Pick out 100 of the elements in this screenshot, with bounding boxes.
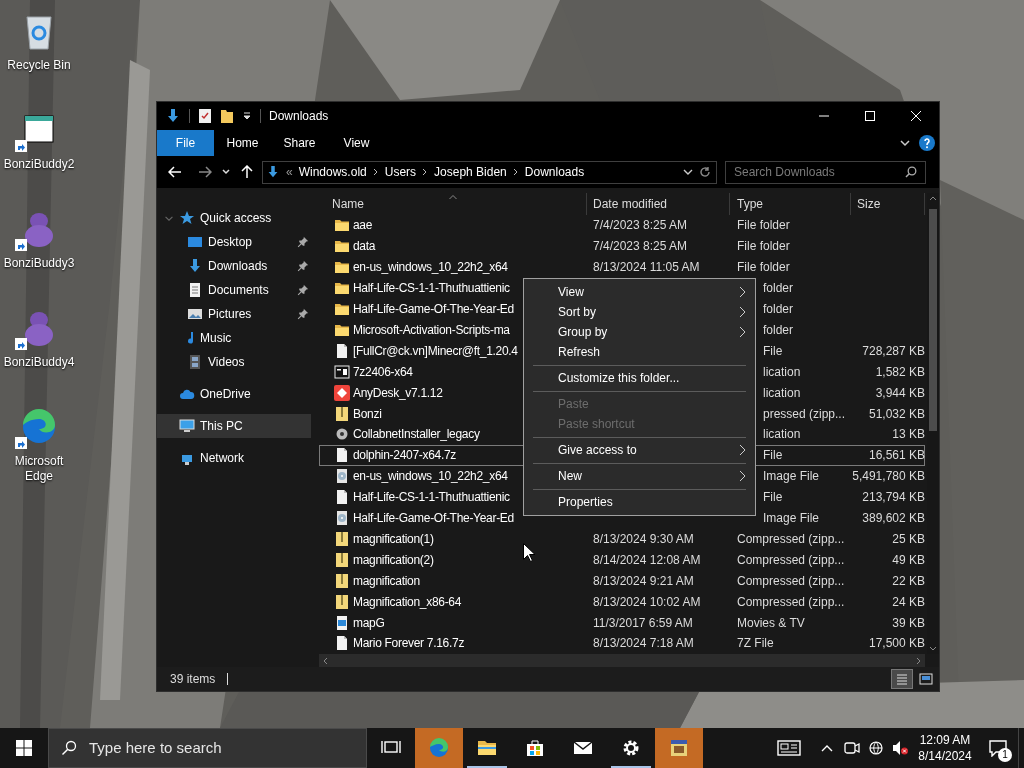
menu-item[interactable]: Customize this folder... xyxy=(524,368,755,388)
file-name[interactable]: magnification(2) xyxy=(353,550,434,569)
nav-item[interactable]: Videos xyxy=(157,350,311,374)
file-name[interactable]: [FullCr@ck.vn]Minecr@ft_1.20.4 xyxy=(353,341,518,360)
file-name[interactable]: Bonzi xyxy=(353,404,382,423)
file-name[interactable]: AnyDesk_v7.1.12 xyxy=(353,383,443,402)
windows-logo-icon xyxy=(16,740,32,756)
icon-label[interactable]: BonziBuddy4 xyxy=(3,355,75,370)
file-name[interactable]: en-us_windows_10_22h2_x64 xyxy=(353,258,508,277)
overflow-mark[interactable]: « xyxy=(286,163,293,181)
folder-icon[interactable] xyxy=(220,108,234,124)
icon-label[interactable]: Microsoft Edge xyxy=(0,454,78,484)
menu-item[interactable]: Properties xyxy=(524,492,755,512)
file-name[interactable]: Half-Life-CS-1-1-Thuthuattienic xyxy=(353,279,510,298)
column-header[interactable]: Type xyxy=(730,193,851,215)
file-size: 16,561 KB xyxy=(868,447,925,465)
file-name[interactable]: data xyxy=(353,237,376,256)
breadcrumb[interactable]: Joseph Biden xyxy=(434,163,507,181)
file-icon xyxy=(334,489,350,506)
scrollbar-thumb[interactable] xyxy=(929,209,937,431)
nav-item[interactable]: Pictures xyxy=(157,302,311,326)
horizontal-scrollbar[interactable] xyxy=(319,654,925,667)
menu-item[interactable]: View xyxy=(524,282,755,302)
menu-item[interactable]: Refresh xyxy=(524,342,755,362)
nav-item[interactable]: OneDrive xyxy=(157,382,311,406)
file-type: File xyxy=(763,448,783,463)
column-header[interactable]: Size xyxy=(851,193,925,215)
date-modified: 11/3/2017 6:59 AM xyxy=(593,615,693,630)
breadcrumb[interactable]: Downloads xyxy=(524,163,585,181)
file-name[interactable]: 7z2406-x64 xyxy=(353,362,413,381)
address-bar[interactable]: « Windows.old Users Joseph Biden Downloads xyxy=(262,160,717,184)
file-name[interactable]: magnification xyxy=(353,571,420,590)
back-arrow-icon[interactable] xyxy=(168,165,182,179)
scroll-right-icon[interactable] xyxy=(914,656,922,665)
nav-item[interactable]: Documents xyxy=(157,278,311,302)
file-name[interactable]: CollabnetInstaller_legacy xyxy=(353,425,480,444)
column-header[interactable]: Date modified xyxy=(587,193,730,215)
date-modified: 8/13/2024 10:02 AM xyxy=(593,594,701,609)
nav-item[interactable]: Downloads xyxy=(157,254,311,278)
up-arrow-icon[interactable] xyxy=(240,165,254,179)
file-name[interactable]: en-us_windows_10_22h2_x64 xyxy=(353,467,508,486)
file-size: 24 KB xyxy=(892,593,925,611)
ribbon-tab[interactable]: Share xyxy=(271,130,328,156)
file-name[interactable]: mapG xyxy=(353,613,385,632)
nav-item[interactable]: Music xyxy=(157,326,311,350)
notifications-button[interactable]: 1 xyxy=(978,728,1018,768)
file-type: 7Z File xyxy=(737,636,774,651)
icon-label[interactable]: Recycle Bin xyxy=(7,58,71,73)
scroll-down-icon[interactable] xyxy=(929,644,937,652)
menu-item[interactable]: Sort by xyxy=(524,302,755,322)
chevron-icon[interactable] xyxy=(371,168,380,176)
help-icon[interactable] xyxy=(919,135,935,151)
taskbar-search-field[interactable]: Type here to search xyxy=(48,728,367,768)
menu-item[interactable]: New xyxy=(524,466,755,486)
maximize-icon xyxy=(865,111,875,121)
menu-item[interactable]: Give access to xyxy=(524,440,755,460)
view-toggle-button[interactable] xyxy=(891,669,913,689)
file-name[interactable]: Microsoft-Activation-Scripts-ma xyxy=(353,320,510,339)
file-name[interactable]: Half-Life-CS-1-1-Thuthuattienic xyxy=(353,488,510,507)
nav-item[interactable]: Quick access xyxy=(157,206,311,230)
file-type: Image File xyxy=(763,511,820,526)
folder-icon xyxy=(334,238,350,255)
chevron-icon[interactable] xyxy=(511,168,520,176)
file-name[interactable]: dolphin-2407-x64.7z xyxy=(353,446,457,465)
dropdown-caret-icon[interactable] xyxy=(683,167,693,177)
icon-label[interactable]: BonziBuddy2 xyxy=(3,157,75,172)
breadcrumb[interactable]: Windows.old xyxy=(298,163,367,181)
app-icon xyxy=(334,384,350,401)
nav-item[interactable]: Network xyxy=(157,446,311,470)
nav-item[interactable]: Desktop xyxy=(157,230,311,254)
file-type: lication xyxy=(763,427,801,442)
file-name[interactable]: Half-Life-Game-Of-The-Year-Ed xyxy=(353,299,514,318)
file-name[interactable]: Magnification_x86-64 xyxy=(353,592,462,611)
file-size: 389,602 KB xyxy=(862,510,925,528)
refresh-icon[interactable] xyxy=(699,166,711,178)
expand-ribbon-icon[interactable] xyxy=(899,137,911,149)
scroll-left-icon[interactable] xyxy=(322,656,330,665)
date-modified: 8/13/2024 9:21 AM xyxy=(593,573,694,588)
clock[interactable]: 12:09 AM 8/14/2024 xyxy=(912,728,978,768)
breadcrumb[interactable]: Users xyxy=(384,163,417,181)
download-icon[interactable] xyxy=(165,108,181,124)
recent-caret-icon[interactable] xyxy=(222,168,230,176)
expand-chevron-icon[interactable] xyxy=(165,215,173,221)
ribbon-tab[interactable]: File xyxy=(157,130,214,156)
file-name[interactable]: aae xyxy=(353,216,373,235)
column-header[interactable]: Name xyxy=(319,193,587,215)
icon-label[interactable]: BonziBuddy3 xyxy=(3,256,75,271)
search-field[interactable]: Search Downloads xyxy=(725,160,926,184)
menu-item[interactable]: Group by xyxy=(524,322,755,342)
file-icon xyxy=(334,635,350,652)
nav-item[interactable]: This PC xyxy=(157,414,311,438)
file-type: lication xyxy=(763,364,801,379)
caret-icon[interactable] xyxy=(242,111,252,121)
ribbon-tab[interactable]: Home xyxy=(214,130,271,156)
file-name[interactable]: Half-Life-Game-Of-The-Year-Ed xyxy=(353,509,514,528)
forward-arrow-icon[interactable] xyxy=(198,165,212,179)
file-name[interactable]: magnification(1) xyxy=(353,529,434,548)
scroll-up-icon[interactable] xyxy=(929,195,937,203)
file-name[interactable]: Mario Forever 7.16.7z xyxy=(353,634,465,653)
ribbon-tab[interactable]: View xyxy=(328,130,385,156)
